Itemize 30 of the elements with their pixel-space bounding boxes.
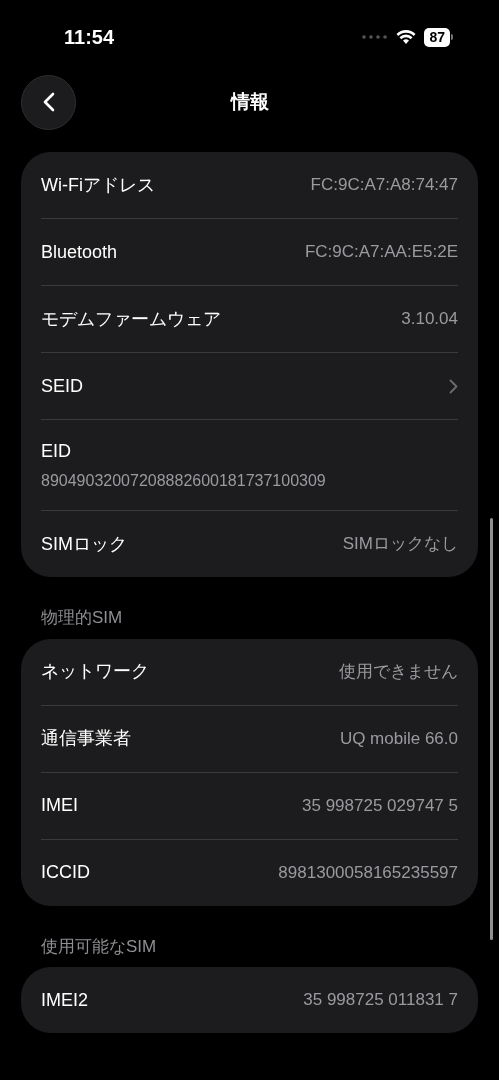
- nav-title: 情報: [230, 89, 269, 114]
- row-label: IMEI: [41, 794, 78, 817]
- status-time: 11:54: [64, 25, 115, 50]
- chevron-right-icon: [449, 378, 458, 394]
- row-value: UQ mobile 66.0: [339, 727, 458, 750]
- row-value: 3.10.04: [401, 308, 458, 331]
- row-label: Bluetooth: [41, 240, 118, 264]
- row-label: モデムファームウェア: [41, 307, 221, 331]
- row-label[interactable]: SEID: [41, 372, 83, 400]
- row-value: 使用できません: [339, 660, 458, 683]
- row-value: 89049032007208882600181737100309: [41, 470, 327, 491]
- row-value: 35 998725 029747 5: [302, 794, 458, 817]
- back-chevron-icon: [42, 92, 55, 112]
- row-value: 8981300058165235597: [278, 861, 458, 884]
- battery-indicator: 87: [424, 27, 453, 47]
- row-label: ネットワーク: [41, 660, 149, 683]
- wifi-icon: [396, 29, 417, 45]
- section-header: 使用可能なSIM: [40, 935, 158, 958]
- row-label: SIMロック: [41, 532, 127, 556]
- row-label: ICCID: [41, 861, 90, 884]
- signal-dots-icon: [362, 35, 389, 39]
- row-label: Wi-Fiアドレス: [41, 173, 155, 197]
- row-label: EID: [41, 439, 72, 463]
- row-label: 通信事業者: [41, 727, 131, 750]
- row-value: FC:9C:A7:A8:74:47: [310, 174, 458, 197]
- row-value: SIMロックなし: [342, 533, 458, 556]
- section-header: 物理的SIM: [40, 607, 124, 629]
- row-label: IMEI2: [41, 988, 88, 1012]
- row-value: 35 998725 011831 7: [303, 989, 458, 1012]
- row-value: FC:9C:A7:AA:E5:2E: [304, 241, 458, 264]
